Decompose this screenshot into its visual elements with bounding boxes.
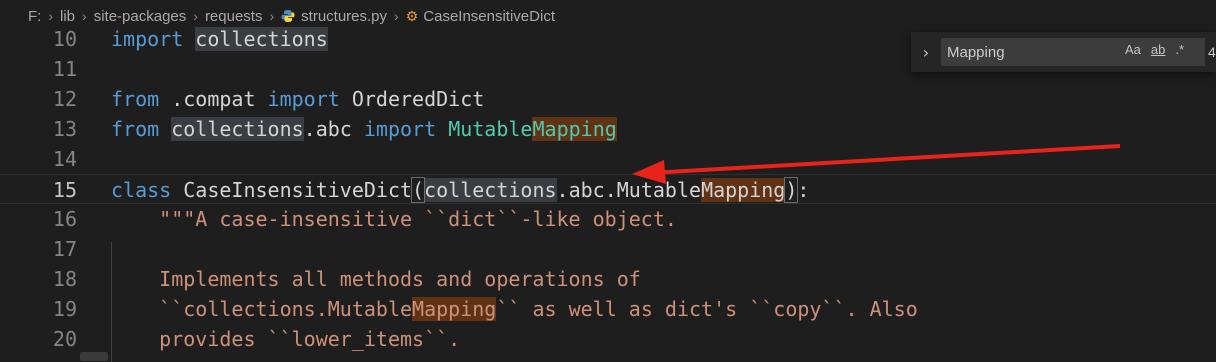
code-line[interactable]: 16 """A case-insensitive ``dict``-like o… [0,204,1216,234]
code-token: CaseInsensitiveDict [183,178,413,202]
chevron-right-icon: › [269,8,275,24]
code-line[interactable]: 12 from .compat import OrderedDict [0,84,1216,114]
code-text: Implements all methods and operations of [111,264,641,294]
class-symbol-icon: ⚙ [405,7,419,24]
line-number: 15 [52,178,77,202]
code-token: .abc. [556,178,617,202]
chevron-right-icon: › [193,8,198,24]
code-editor[interactable]: 10 import collections 11 12 from .compat imp… [0,27,1216,362]
regex-button[interactable]: .* [1175,42,1184,57]
line-number: 16 [52,207,77,231]
line-number: 18 [52,267,77,291]
code-token: from [111,117,160,141]
code-line[interactable]: 13 from collections.abc import MutableMap… [0,114,1216,144]
line-number: 14 [52,147,77,171]
code-text: from .compat import OrderedDict [111,84,484,114]
code-token: provides ``lower_items``. [111,327,461,351]
code-token: class [111,178,172,202]
code-line[interactable]: 18 Implements all methods and operations… [0,264,1216,294]
code-token: Mapping [412,297,497,321]
breadcrumb-site-packages[interactable]: site-packages [94,8,187,25]
python-file-icon [281,9,295,23]
line-number: 19 [52,297,77,321]
find-options: Aa ab .* [1125,42,1184,57]
line-number: 13 [52,117,77,141]
chevron-right-icon: › [48,8,54,24]
line-number: 12 [52,87,77,111]
code-line[interactable]: 17 [0,234,1216,264]
code-text: provides ``lower_items``. [111,324,460,354]
breadcrumb-symbol[interactable]: CaseInsensitiveDict [423,8,555,25]
code-token: .abc [303,117,364,141]
code-text: class CaseInsensitiveDict(collections.ab… [111,175,809,205]
chevron-right-icon: › [82,8,87,24]
code-token: Mapping [532,117,617,141]
find-result-count: 4 [1208,44,1216,60]
code-text: ``collections.MutableMapping`` as well a… [111,294,918,324]
match-whole-word-button[interactable]: ab [1151,42,1165,57]
horizontal-scrollbar[interactable] [80,352,108,361]
code-text: import collections [111,24,328,54]
chevron-right-icon: › [394,8,399,24]
code-token: collections [171,117,304,141]
breadcrumb-file[interactable]: structures.py [301,8,387,25]
code-token: from [111,87,160,111]
code-token: .compat [159,87,268,111]
code-line[interactable]: 15 class CaseInsensitiveDict(collections.… [0,174,1216,204]
code-line[interactable]: 19 ``collections.MutableMapping`` as wel… [0,294,1216,324]
code-token: OrderedDict [351,87,485,111]
line-number: 17 [52,237,77,261]
code-token: import [363,117,437,141]
code-token: ``collections.Mutable [111,297,413,321]
code-line[interactable]: 14 [0,144,1216,174]
code-token: collections [424,178,557,202]
code-token: """A case-insensitive ``dict``-like obje… [111,207,677,231]
code-token: import [267,87,340,111]
code-text: from collections.abc import MutableMappi… [111,114,617,144]
code-token: Implements all methods and operations of [111,267,641,291]
code-token: ) [784,177,799,203]
toggle-replace-icon[interactable]: › [915,43,937,62]
code-token: Mutable [616,178,702,202]
breadcrumb-lib[interactable]: lib [60,8,75,25]
code-token: Mutable [448,117,533,141]
code-token: ( [411,177,426,203]
code-token: collections [195,27,328,51]
breadcrumb-drive[interactable]: F: [28,8,41,25]
code-line[interactable]: 20 provides ``lower_items``. [0,324,1216,354]
code-token: Mapping [701,178,786,202]
code-token: `` as well as dict's ``copy``. Also [496,297,918,321]
code-token: import [111,27,184,51]
match-case-button[interactable]: Aa [1125,42,1141,57]
line-number: 10 [52,27,77,51]
code-text: """A case-insensitive ``dict``-like obje… [111,204,677,234]
breadcrumb-requests[interactable]: requests [205,8,263,25]
line-number: 20 [52,327,77,351]
code-token: : [797,178,810,202]
line-number: 11 [52,57,77,81]
